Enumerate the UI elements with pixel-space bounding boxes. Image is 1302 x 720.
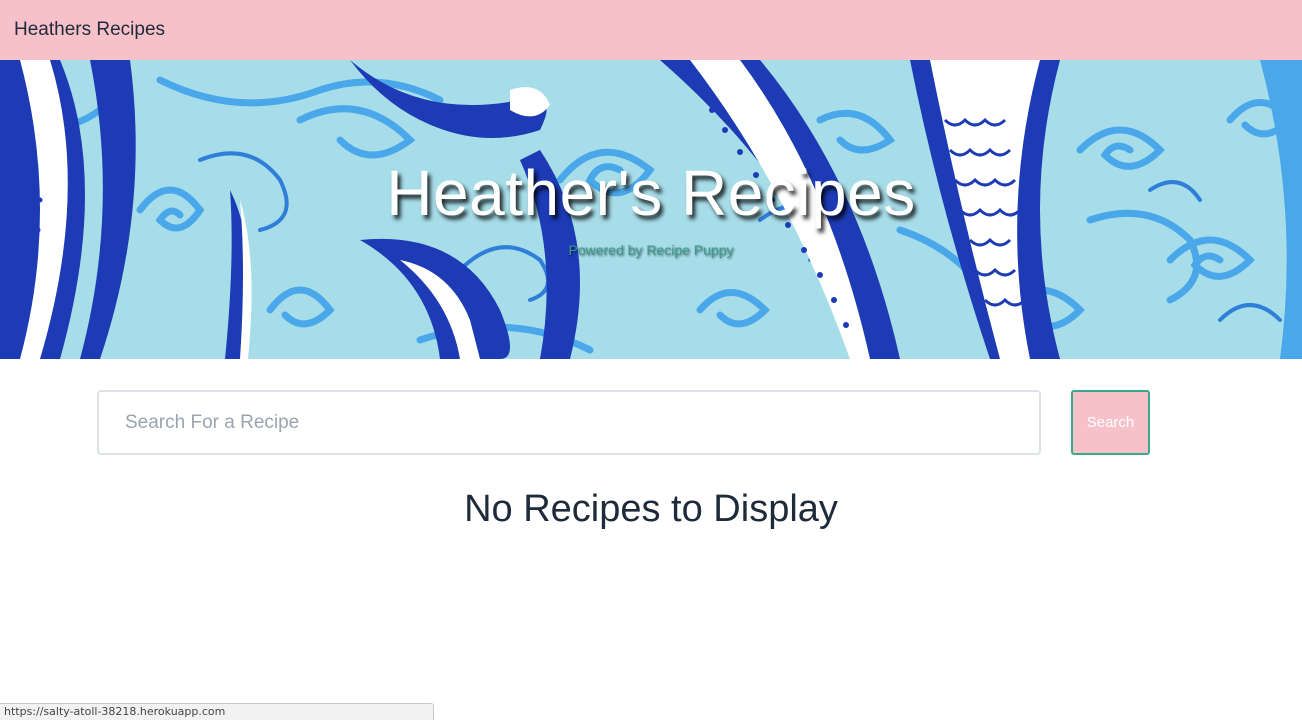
empty-results-message: No Recipes to Display xyxy=(464,488,838,530)
status-bar-url: https://salty-atoll-38218.herokuapp.com xyxy=(4,705,226,718)
browser-status-bar: https://salty-atoll-38218.herokuapp.com xyxy=(0,703,434,720)
navbar: Heathers Recipes xyxy=(0,0,1302,60)
search-input[interactable] xyxy=(97,390,1041,455)
hero-banner: Heather's Recipes Powered by Recipe Pupp… xyxy=(0,60,1302,359)
hero-subtitle: Powered by Recipe Puppy xyxy=(568,242,734,258)
navbar-brand-link[interactable]: Heathers Recipes xyxy=(14,19,165,41)
hero-title: Heather's Recipes xyxy=(386,157,916,229)
search-button[interactable]: Search xyxy=(1071,390,1150,455)
